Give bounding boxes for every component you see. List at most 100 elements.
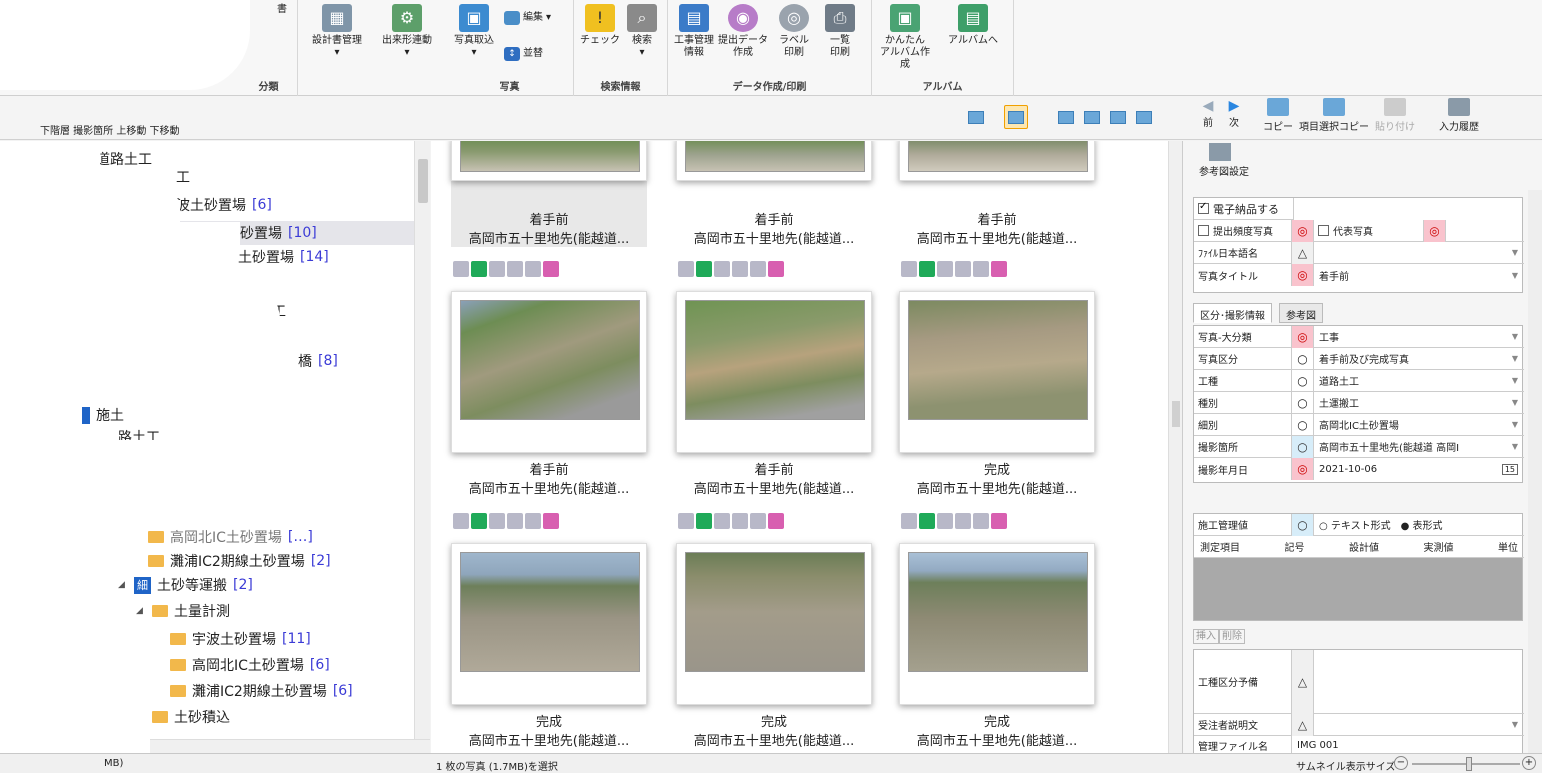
tree-item[interactable]: 灘浦IC2期線土砂置場 [6] [170, 679, 353, 703]
edit-status-icon[interactable] [901, 513, 917, 529]
edit-status-icon[interactable] [901, 261, 917, 277]
tree-item[interactable]: 灘浦IC2期線土砂置場 [2] [148, 549, 331, 573]
photo-card[interactable]: 着手前 高岡市五十里地先(能越道... [899, 141, 1095, 247]
ref-figure-icon[interactable] [991, 261, 1007, 277]
ribbon-partial-button[interactable]: 書 [258, 4, 306, 74]
view-grid3-button[interactable] [1080, 105, 1104, 129]
photo-card[interactable]: 完成 高岡市五十里地先(能越道... [451, 543, 647, 749]
property-field[interactable]: 高岡市五十里地先(能越道 高岡I ▼ [1314, 436, 1524, 458]
property-field[interactable]: 工事 ▼ [1314, 326, 1524, 348]
text-format-radio[interactable]: ○ テキスト形式 [1319, 517, 1391, 532]
edit-status-icon[interactable] [453, 261, 469, 277]
date-field[interactable]: 2021-10-06 15 [1314, 458, 1524, 480]
zoom-out-icon[interactable]: − [1394, 756, 1408, 770]
note-icon[interactable] [750, 261, 766, 277]
property-field[interactable]: 高岡北IC土砂置場 ▼ [1314, 414, 1524, 436]
ref-figure-icon[interactable] [768, 261, 784, 277]
photo-import-button[interactable]: ▣ 写真取込 ▾ [448, 4, 500, 74]
note-icon[interactable] [973, 513, 989, 529]
freq-photo-checkbox[interactable] [1198, 225, 1209, 236]
dropdown-icon[interactable]: ▼ [1512, 354, 1518, 363]
property-field[interactable]: 道路土工 ▼ [1314, 370, 1524, 392]
ref-figure-icon[interactable] [768, 513, 784, 529]
submit-icon[interactable] [714, 513, 730, 529]
copy-button[interactable]: コピー [1260, 98, 1296, 133]
approved-icon[interactable] [919, 513, 935, 529]
rep-photo-checkbox[interactable] [1318, 225, 1329, 236]
edit-button[interactable]: 編集 ▾ [504, 8, 568, 28]
expand-arrow-icon[interactable]: ◢ [136, 606, 146, 616]
ref-figure-icon[interactable] [543, 513, 559, 529]
dropdown-icon[interactable]: ▼ [1512, 271, 1518, 280]
approved-icon[interactable] [696, 513, 712, 529]
expand-arrow-icon[interactable]: ◢ [118, 580, 128, 590]
representative-icon[interactable] [507, 513, 523, 529]
list-print-button[interactable]: ⎙ 一覧 印刷 [818, 4, 862, 74]
scroll-thumb[interactable] [1172, 401, 1180, 427]
approved-icon[interactable] [919, 261, 935, 277]
search-button[interactable]: ⌕ 検索 ▾ [622, 4, 662, 74]
dropdown-icon[interactable]: ▼ [1512, 720, 1518, 729]
submit-icon[interactable] [937, 261, 953, 277]
to-album-button[interactable]: ▤ アルバムへ [944, 4, 1002, 74]
approved-icon[interactable] [471, 261, 487, 277]
note-icon[interactable] [973, 261, 989, 277]
contractor-note-field[interactable]: ▼ [1314, 714, 1524, 736]
tree-item[interactable]: 施土 [82, 403, 124, 427]
input-history-button[interactable]: 入力履歴 [1432, 98, 1486, 133]
view-detail-button[interactable] [1004, 105, 1028, 129]
tree-item[interactable]: 宇波土砂置場 [11] [170, 627, 311, 651]
tree-item[interactable]: 土砂置場 [14] [238, 245, 329, 269]
tree-scrollbar[interactable] [414, 141, 430, 739]
tab-category-info[interactable]: 区分･撮影情報 [1193, 303, 1272, 323]
tree-item[interactable]: 波土砂置場 [6] [176, 193, 272, 217]
dropdown-icon[interactable]: ▼ [1512, 332, 1518, 341]
tab-reference[interactable]: 参考図 [1279, 303, 1323, 323]
shape-link-button[interactable]: ⚙ 出来形連動 ▾ [374, 4, 440, 74]
representative-icon[interactable] [955, 261, 971, 277]
e-delivery-checkbox[interactable] [1198, 201, 1209, 214]
view-grid2-button[interactable] [1054, 105, 1078, 129]
item-copy-button[interactable]: 項目選択コピー [1298, 98, 1370, 133]
tree-item[interactable]: 高岡北IC土砂置場 […] [148, 525, 313, 549]
gallery-scrollbar[interactable] [1168, 141, 1182, 753]
tree-item[interactable]: ◢ 土量計測 [136, 599, 230, 623]
view-grid4-button[interactable] [1106, 105, 1130, 129]
tree-item-selected[interactable]: 砂置場 [10] [240, 221, 317, 245]
representative-icon[interactable] [507, 261, 523, 277]
photo-card[interactable]: 着手前 高岡市五十里地先(能越道... [676, 141, 872, 247]
submit-icon[interactable] [937, 513, 953, 529]
scroll-thumb[interactable] [418, 159, 428, 203]
note-icon[interactable] [525, 513, 541, 529]
approved-icon[interactable] [471, 513, 487, 529]
edit-status-icon[interactable] [453, 513, 469, 529]
file-name-field[interactable]: ▼ [1314, 242, 1524, 264]
ref-setting-button[interactable]: 参考図設定 [1189, 143, 1259, 178]
e-delivery-row[interactable]: 電子納品する [1194, 198, 1294, 220]
tree-item[interactable]: ◢ 細土砂等運搬 [2] [118, 573, 253, 597]
insert-button[interactable]: 挿入 [1193, 629, 1219, 644]
note-icon[interactable] [750, 513, 766, 529]
dropdown-icon[interactable]: ▼ [1512, 376, 1518, 385]
property-field[interactable]: 着手前及び完成写真 ▼ [1314, 348, 1524, 370]
representative-icon[interactable] [955, 513, 971, 529]
easy-album-button[interactable]: ▣ かんたん アルバム作成 [876, 4, 934, 74]
photo-card[interactable]: 着手前 高岡市五十里地先(能越道... [451, 291, 647, 497]
design-doc-button[interactable]: ▦ 設計書管理 ▾ [306, 4, 368, 74]
tree-item[interactable]: 橋 [8] [298, 349, 338, 373]
tree-item[interactable]: 工 [176, 165, 190, 189]
tree-item[interactable]: 高岡北IC土砂置場 [6] [170, 653, 330, 677]
submit-data-button[interactable]: ◉ 提出データ 作成 [718, 4, 768, 74]
dropdown-icon[interactable]: ▼ [1512, 398, 1518, 407]
measure-grid[interactable] [1194, 558, 1522, 620]
view-list-button[interactable] [1132, 105, 1156, 129]
ref-figure-icon[interactable] [991, 513, 1007, 529]
edit-status-icon[interactable] [678, 261, 694, 277]
zoom-in-icon[interactable]: + [1522, 756, 1536, 770]
photo-card[interactable]: 完成 高岡市五十里地先(能越道... [676, 543, 872, 749]
check-button[interactable]: ! チェック [580, 4, 620, 74]
ref-figure-icon[interactable] [543, 261, 559, 277]
dropdown-icon[interactable]: ▼ [1512, 248, 1518, 257]
photo-card[interactable]: 完成 高岡市五十里地先(能越道... [899, 291, 1095, 497]
approved-icon[interactable] [696, 261, 712, 277]
